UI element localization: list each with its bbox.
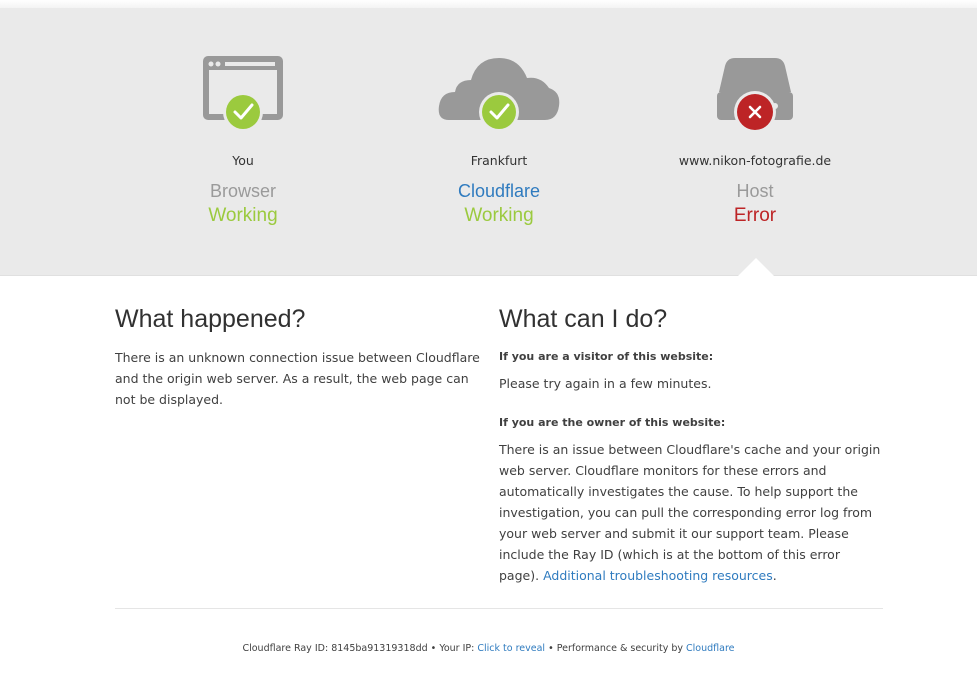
footer-divider: [115, 608, 883, 609]
footer: Cloudflare Ray ID: 8145ba91319318dd • Yo…: [0, 643, 977, 654]
footer-separator: •: [548, 643, 554, 654]
ray-id: 8145ba91319318dd: [331, 643, 428, 654]
visitor-text: Please try again in a few minutes.: [499, 376, 712, 391]
cloudflare-link[interactable]: Cloudflare: [686, 643, 734, 654]
what-happened-title: What happened?: [115, 305, 306, 333]
status-band: You Browser Working Frankfurt Cloudflare…: [0, 8, 977, 276]
what-happened-text: There is an unknown connection issue bet…: [115, 350, 480, 407]
top-shadow: [0, 0, 977, 8]
owner-end: .: [772, 568, 777, 583]
cloud-icon: [438, 58, 560, 132]
node-name: Browser: [209, 181, 276, 201]
what-can-i-do-title: What can I do?: [499, 305, 668, 333]
node-location: Frankfurt: [470, 153, 528, 168]
node-name: Cloudflare: [457, 181, 541, 201]
browser-icon: [203, 56, 283, 132]
node-location: www.nikon-fotografie.de: [678, 153, 832, 168]
ray-label: Cloudflare Ray ID:: [242, 643, 329, 654]
ip-label: Your IP:: [439, 643, 475, 654]
perf-label: Performance & security by: [556, 643, 683, 654]
check-icon: [226, 95, 260, 129]
node-status: Error: [733, 205, 777, 226]
node-status: Working: [464, 205, 534, 226]
footer-separator: •: [430, 643, 437, 654]
server-icon: [717, 58, 793, 133]
check-icon: [482, 95, 516, 129]
owner-text: There is an issue between Cloudflare's c…: [499, 442, 881, 583]
node-name: Host: [736, 181, 774, 201]
node-location: You: [232, 153, 254, 168]
visitor-heading: If you are a visitor of this website:: [499, 350, 714, 363]
troubleshooting-link[interactable]: Additional troubleshooting resources: [543, 568, 773, 583]
node-status: Working: [208, 205, 278, 226]
owner-heading: If you are the owner of this website:: [499, 416, 726, 429]
owner-paragraph: There is an issue between Cloudflare's c…: [499, 439, 883, 586]
status-pointer: [737, 258, 775, 277]
reveal-ip-link[interactable]: Click to reveal: [477, 643, 545, 654]
